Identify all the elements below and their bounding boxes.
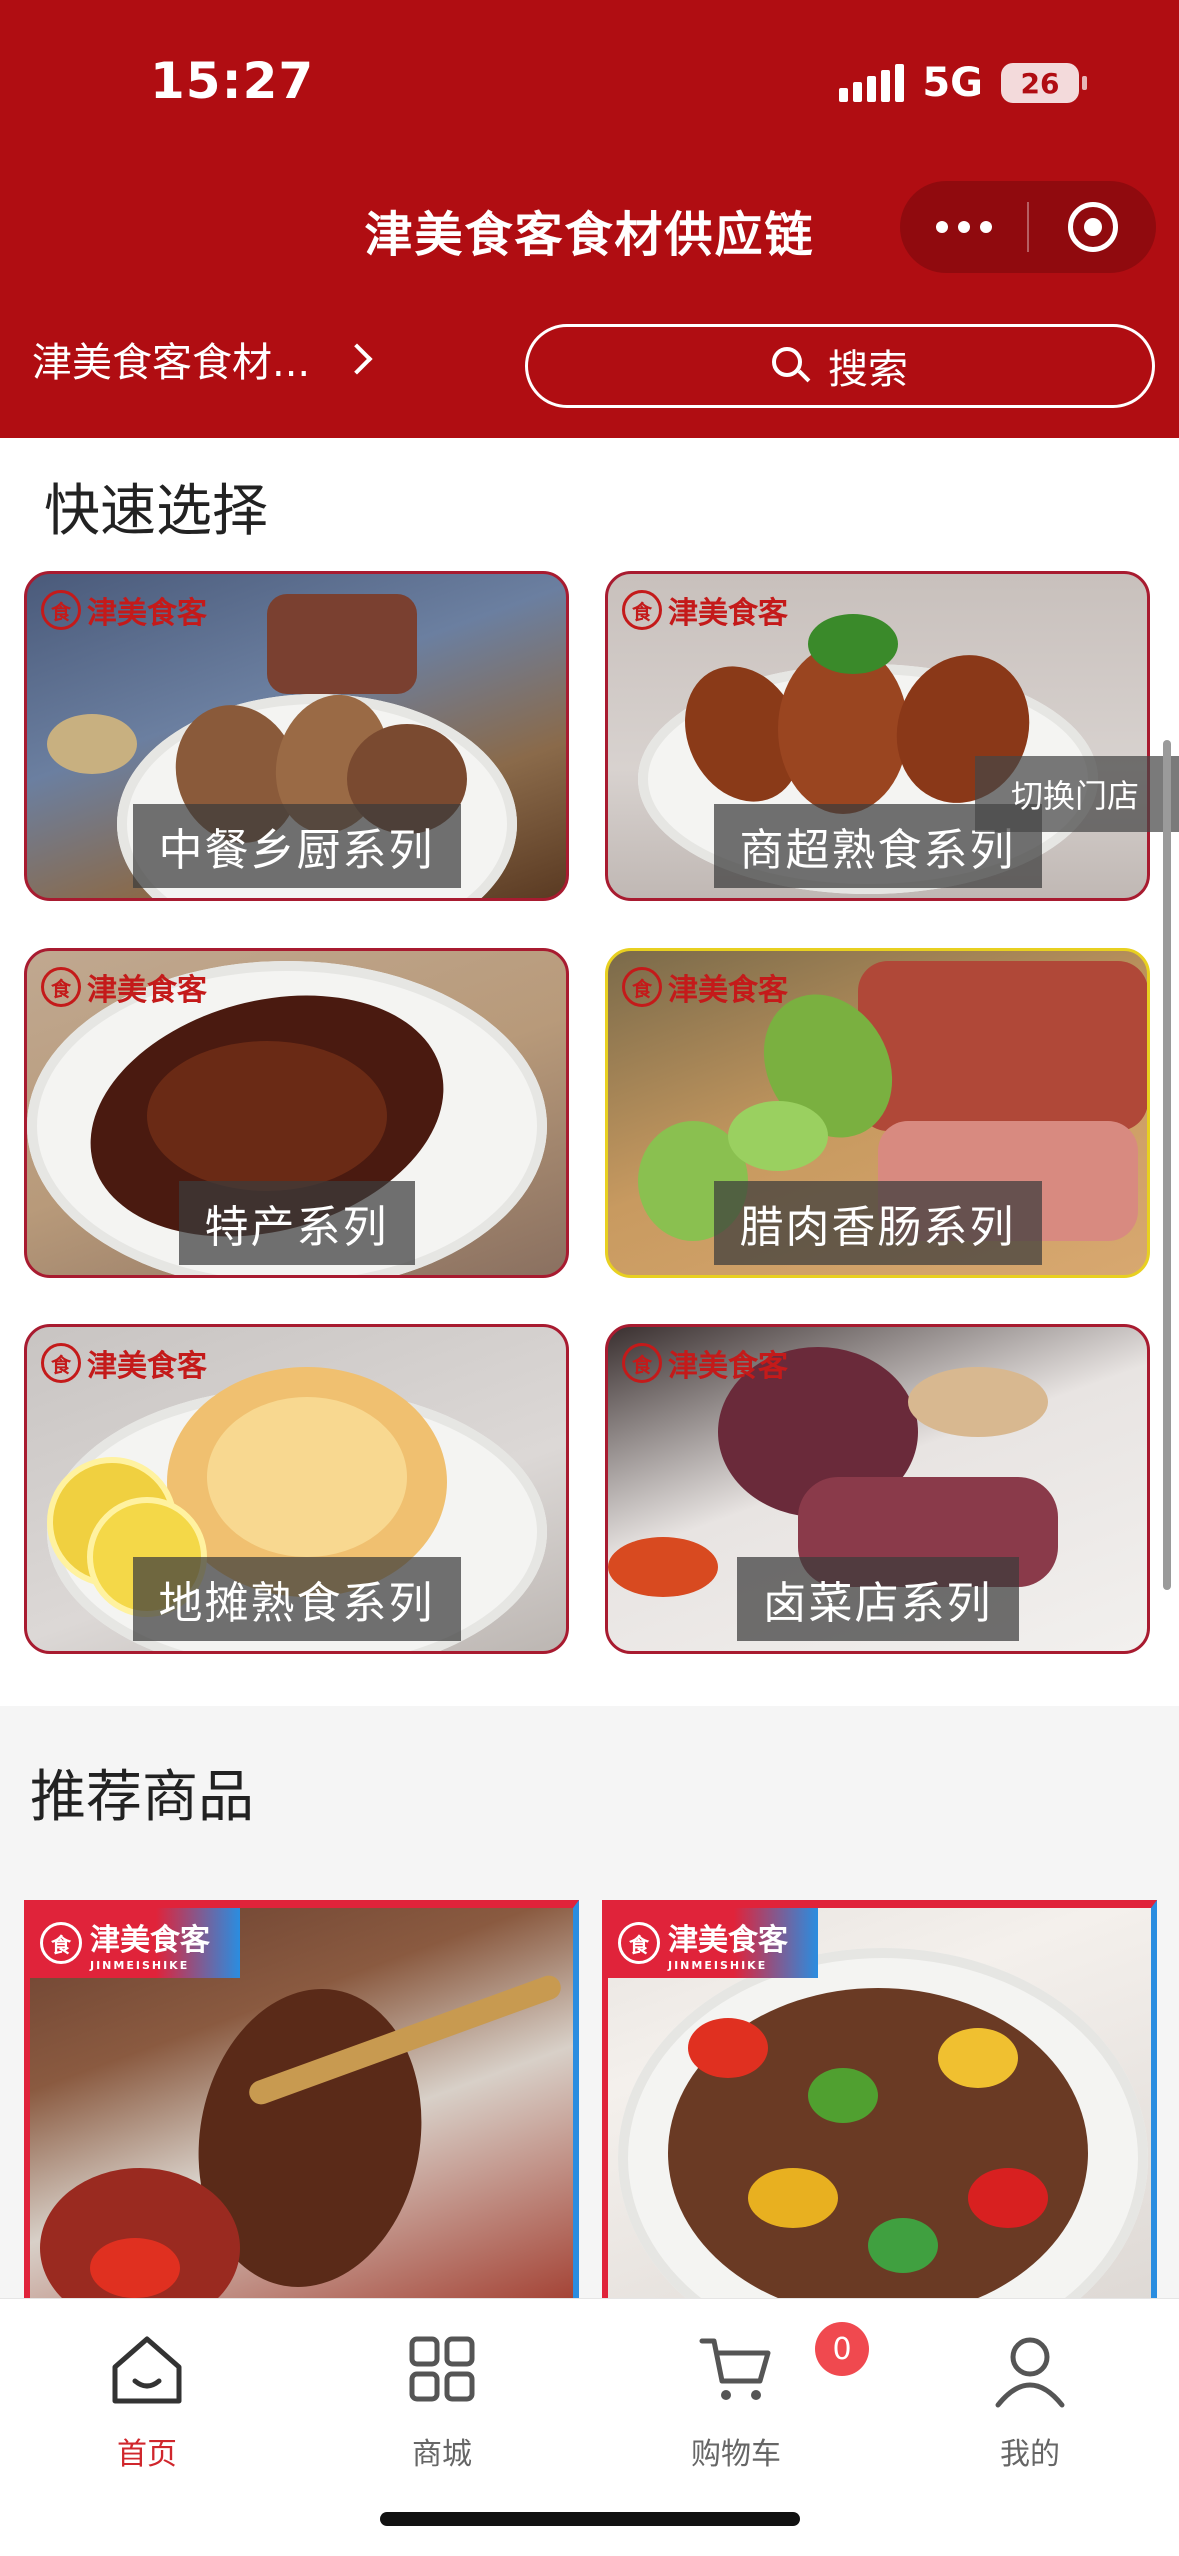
- brand-name: 津美食客: [668, 1922, 788, 1958]
- category-card-cured-meat[interactable]: 食津美食客 腊肉香肠系列: [605, 948, 1150, 1278]
- seal-icon: 食: [622, 590, 662, 630]
- brand-logo: 食津美食客: [41, 1341, 207, 1385]
- seal-icon: 食: [41, 590, 81, 630]
- chevron-right-icon: [341, 343, 373, 375]
- brand-logo: 食津美食客: [41, 965, 207, 1009]
- tab-cart[interactable]: 购物车: [636, 2329, 836, 2473]
- tab-label: 首页: [117, 2437, 177, 2472]
- quick-select-title: 快速选择: [44, 479, 268, 544]
- cart-icon: [699, 2338, 771, 2400]
- brand-latin: JINMEISHIKE: [668, 1958, 768, 1972]
- recommended-title: 推荐商品: [30, 1765, 254, 1830]
- switch-store-button[interactable]: 切换门店: [975, 756, 1179, 832]
- category-card-braised-shop[interactable]: 食津美食客 卤菜店系列: [605, 1324, 1150, 1654]
- seal-icon: 食: [41, 967, 81, 1007]
- scrollbar[interactable]: [1163, 740, 1171, 1590]
- product-card[interactable]: 食 津美食客 JINMEISHIKE: [24, 1900, 579, 2320]
- brand-latin: JINMEISHIKE: [90, 1958, 190, 1972]
- store-name: 津美食客食材...: [32, 340, 311, 386]
- tab-label: 我的: [1000, 2437, 1060, 2472]
- brand-logo: 食津美食客: [41, 588, 207, 632]
- category-label: 腊肉香肠系列: [713, 1181, 1042, 1265]
- category-label: 地摊熟食系列: [132, 1557, 461, 1641]
- status-time: 15:27: [150, 52, 315, 110]
- brand-banner: 食 津美食客 JINMEISHIKE: [608, 1908, 818, 1978]
- brand-name: 津美食客: [668, 596, 788, 631]
- target-icon: [1067, 202, 1118, 252]
- search-icon: [772, 347, 811, 385]
- tab-profile[interactable]: 我的: [930, 2329, 1130, 2473]
- search-button[interactable]: 搜索: [525, 324, 1155, 408]
- category-card-street-deli[interactable]: 食津美食客 地摊熟食系列: [24, 1324, 569, 1654]
- home-indicator[interactable]: [380, 2512, 800, 2526]
- brand-name: 津美食客: [87, 596, 207, 631]
- brand-name: 津美食客: [87, 1349, 207, 1384]
- cart-count-badge: 0: [815, 2322, 869, 2376]
- category-card-supermarket-deli[interactable]: 食津美食客 商超熟食系列: [605, 571, 1150, 901]
- tab-home[interactable]: 首页: [47, 2329, 247, 2473]
- seal-icon: 食: [40, 1922, 82, 1964]
- brand-logo: 食津美食客: [622, 965, 788, 1009]
- status-indicators: 5G 26: [839, 60, 1087, 106]
- category-card-chinese-village[interactable]: 食津美食客 中餐乡厨系列: [24, 571, 569, 901]
- category-label: 特产系列: [178, 1181, 415, 1265]
- search-label: 搜索: [828, 347, 908, 393]
- more-menu-button[interactable]: [900, 221, 1027, 233]
- home-icon: [112, 2336, 182, 2404]
- category-card-specialty[interactable]: 食津美食客 特产系列: [24, 948, 569, 1278]
- seal-icon: 食: [618, 1922, 660, 1964]
- category-label: 卤菜店系列: [736, 1557, 1019, 1641]
- brand-logo: 食津美食客: [622, 588, 788, 632]
- signal-icon: [839, 64, 905, 102]
- brand-name: 津美食客: [668, 973, 788, 1008]
- tab-label: 商城: [412, 2437, 472, 2472]
- brand-name: 津美食客: [87, 973, 207, 1008]
- store-selector[interactable]: 津美食客食材...: [32, 330, 373, 388]
- brand-name: 津美食客: [90, 1922, 210, 1958]
- brand-banner: 食 津美食客 JINMEISHIKE: [30, 1908, 240, 1978]
- user-icon: [995, 2337, 1065, 2408]
- seal-icon: 食: [41, 1343, 81, 1383]
- seal-icon: 食: [622, 967, 662, 1007]
- category-label: 中餐乡厨系列: [132, 804, 461, 888]
- network-type: 5G: [922, 60, 983, 106]
- brand-logo: 食津美食客: [622, 1341, 788, 1385]
- brand-name: 津美食客: [668, 1349, 788, 1384]
- battery-level: 26: [1020, 66, 1060, 100]
- tab-mall[interactable]: 商城: [342, 2329, 542, 2473]
- app-header: 15:27 5G 26 津美食客食材供应链 津美食客食材... 搜索: [0, 0, 1179, 438]
- seal-icon: 食: [622, 1343, 662, 1383]
- battery-icon: 26: [1001, 63, 1087, 103]
- product-card[interactable]: 食 津美食客 JINMEISHIKE: [602, 1900, 1157, 2320]
- close-miniprogram-button[interactable]: [1029, 202, 1156, 252]
- grid-icon: [409, 2336, 475, 2402]
- tab-label: 购物车: [691, 2437, 781, 2472]
- miniprogram-capsule: [900, 181, 1156, 273]
